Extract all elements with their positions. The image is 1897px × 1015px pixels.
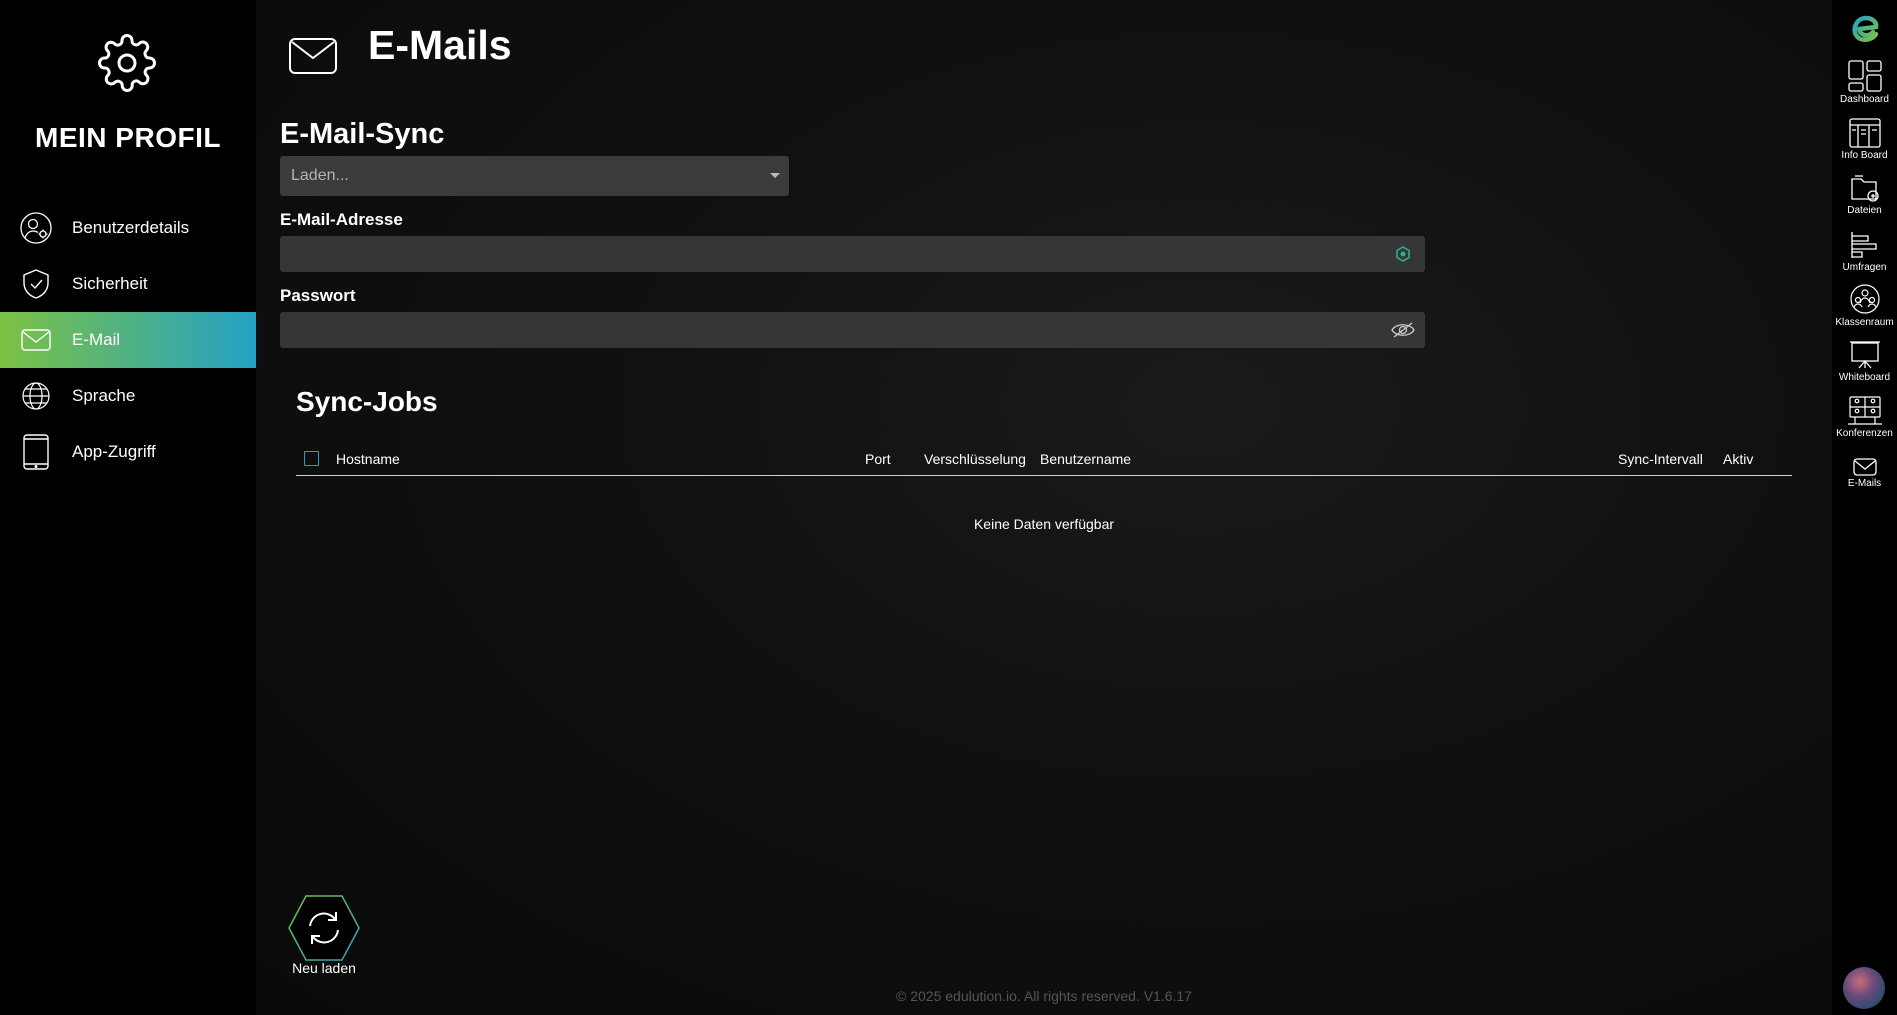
gear-icon [98, 34, 156, 92]
surveys-icon [1850, 232, 1877, 258]
rail-label: Info Board [1841, 150, 1888, 161]
classroom-icon [1849, 284, 1880, 314]
edulution-logo-icon[interactable] [1851, 10, 1881, 46]
rail-item-whiteboard[interactable]: Whiteboard [1832, 340, 1897, 383]
rail-label: Umfragen [1842, 262, 1887, 273]
sidebar-item-label: Sicherheit [72, 274, 148, 293]
email-sync-select[interactable]: Laden... [280, 156, 789, 196]
rail-item-klassenraum[interactable]: Klassenraum [1832, 283, 1897, 328]
reload-label: Neu laden [292, 960, 356, 976]
column-hostname[interactable]: Hostname [336, 451, 400, 467]
rail-label: Whiteboard [1838, 372, 1891, 383]
avatar[interactable] [1843, 967, 1885, 1009]
profile-title: MEIN PROFIL [35, 122, 221, 153]
email-field[interactable] [280, 236, 1425, 272]
sidebar-item-label: E-Mail [72, 330, 121, 349]
table-header: Hostname Port Verschlüsselung Benutzerna… [296, 448, 1792, 476]
sidebar-item-app-zugriff[interactable]: App-Zugriff [0, 424, 256, 480]
sidebar-item-sicherheit[interactable]: Sicherheit [0, 256, 256, 312]
sidebar-item-label: App-Zugriff [72, 442, 156, 461]
column-port[interactable]: Port [865, 451, 891, 467]
main-content: E-Mails E-Mail-Sync Laden... E-Mail-Adre… [256, 0, 1832, 1015]
column-benutzername[interactable]: Benutzername [1040, 451, 1131, 467]
mail-icon [289, 38, 337, 74]
reload-button[interactable] [286, 893, 362, 963]
rail-item-info-board[interactable]: Info Board [1832, 118, 1897, 161]
shield-check-icon [18, 266, 54, 302]
chevron-down-icon [770, 173, 780, 178]
sidebar-item-label: Sprache [72, 386, 136, 405]
rail-label: E-Mails [1847, 478, 1882, 489]
rail-item-umfragen[interactable]: Umfragen [1832, 230, 1897, 273]
column-sync-intervall[interactable]: Sync-Intervall [1618, 451, 1703, 467]
password-field[interactable] [280, 312, 1425, 348]
user-gear-icon [18, 210, 54, 246]
rail-label: Dateien [1847, 205, 1882, 216]
mail-icon [1852, 458, 1877, 476]
mail-icon [18, 322, 54, 358]
sidebar-item-email[interactable]: E-Mail [0, 312, 256, 368]
rail-label: Klassenraum [1835, 317, 1894, 328]
footer-copyright: © 2025 edulution.io. All rights reserved… [896, 988, 1192, 1004]
rail-label: Dashboard [1840, 94, 1889, 105]
empty-table-message: Keine Daten verfügbar [973, 516, 1115, 532]
tablet-icon [18, 434, 54, 470]
whiteboard-icon [1849, 341, 1880, 369]
column-aktiv[interactable]: Aktiv [1723, 451, 1753, 467]
eye-off-icon[interactable] [1391, 320, 1415, 340]
sidebar-item-sprache[interactable]: Sprache [0, 368, 256, 424]
profile-sidebar: MEIN PROFIL Benutzerdetails Sicherheit E… [0, 0, 256, 1015]
globe-icon [18, 378, 54, 414]
page-title: E-Mails [368, 22, 512, 68]
email-sync-title: E-Mail-Sync [280, 118, 445, 150]
rail-item-dateien[interactable]: Dateien [1832, 173, 1897, 216]
password-label: Passwort [280, 286, 356, 305]
info-board-icon [1848, 118, 1881, 148]
rail-label: Konferenzen [1836, 428, 1893, 439]
dashboard-icon [1847, 60, 1882, 92]
password-manager-icon [1396, 246, 1410, 262]
sidebar-item-benutzerdetails[interactable]: Benutzerdetails [0, 200, 256, 256]
select-all-checkbox[interactable] [304, 451, 319, 466]
profile-nav: Benutzerdetails Sicherheit E-Mail Sprach… [0, 200, 256, 480]
rail-item-emails[interactable]: E-Mails [1832, 458, 1897, 489]
column-verschluesselung[interactable]: Verschlüsselung [924, 451, 1026, 467]
select-value: Laden... [291, 167, 349, 184]
conferences-icon [1847, 396, 1882, 425]
rail-item-konferenzen[interactable]: Konferenzen [1832, 396, 1897, 439]
sidebar-item-label: Benutzerdetails [72, 218, 190, 237]
files-icon [1850, 175, 1879, 202]
rail-item-dashboard[interactable]: Dashboard [1832, 60, 1897, 105]
sync-jobs-title: Sync-Jobs [296, 386, 438, 417]
email-address-label: E-Mail-Adresse [280, 210, 403, 229]
app-rail: Dashboard Info Board Dateien Umfragen Kl… [1832, 0, 1897, 1015]
